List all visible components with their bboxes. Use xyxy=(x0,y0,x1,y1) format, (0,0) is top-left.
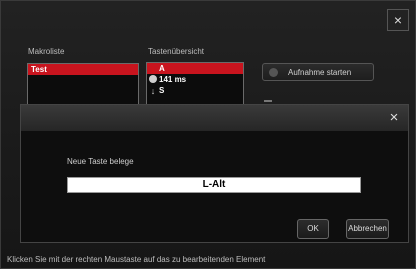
key-list-item-label: S xyxy=(159,86,165,95)
macro-list[interactable]: Test xyxy=(27,63,139,109)
macro-list-item[interactable]: Test xyxy=(28,64,138,75)
key-list-item-label: A xyxy=(159,64,165,73)
macro-list-label: Makroliste xyxy=(28,47,65,56)
key-overview-label: Tastenübersicht xyxy=(148,47,205,56)
arrow-down-red-icon: ↓ xyxy=(150,63,156,74)
ok-button[interactable]: OK xyxy=(297,219,329,239)
main-close-button[interactable]: × xyxy=(387,9,409,31)
record-icon xyxy=(269,67,278,77)
status-text: Klicken Sie mit der rechten Maustaste au… xyxy=(7,255,266,264)
divider xyxy=(264,100,272,102)
key-list-item-label: 141 ms xyxy=(159,75,187,84)
close-icon: × xyxy=(393,12,403,28)
key-list-item[interactable]: ↓ S xyxy=(147,85,243,96)
close-icon: × xyxy=(389,109,399,126)
dialog-close-button[interactable]: × xyxy=(383,108,405,130)
key-overview-list[interactable]: ↓ A 141 ms ↓ S xyxy=(146,62,244,108)
arrow-down-gray-icon: ↓ xyxy=(150,85,156,96)
dialog-prompt: Neue Taste belege xyxy=(67,157,134,166)
key-list-item[interactable]: 141 ms xyxy=(147,74,243,85)
clock-icon xyxy=(147,74,159,85)
new-key-dialog: × Neue Taste belege L-Alt OK Abbrechen xyxy=(20,104,409,243)
dialog-titlebar[interactable] xyxy=(21,105,408,131)
record-button-label: Aufnahme starten xyxy=(288,67,352,77)
key-input-field[interactable]: L-Alt xyxy=(67,177,361,193)
cancel-button[interactable]: Abbrechen xyxy=(346,219,389,239)
record-start-button[interactable]: Aufnahme starten xyxy=(262,63,374,81)
key-list-item[interactable]: ↓ A xyxy=(147,63,243,74)
